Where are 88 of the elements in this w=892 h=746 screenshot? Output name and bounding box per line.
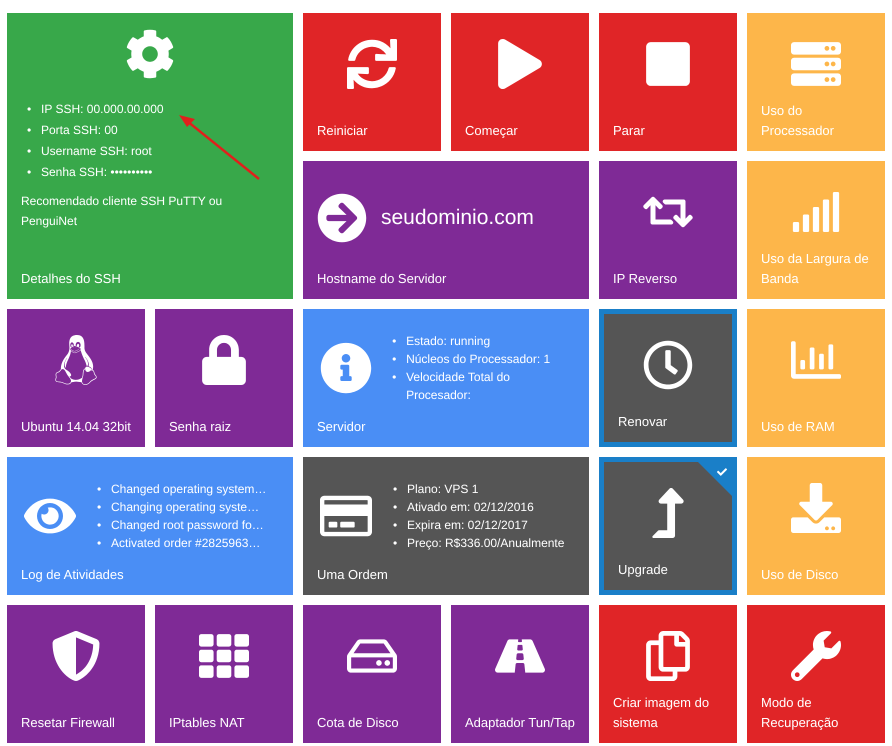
- bullet: •: [26, 164, 32, 181]
- tile-title: Uso de RAM: [761, 418, 836, 436]
- tile-title: Uso da Largura de Banda: [761, 250, 870, 288]
- tile-title: Hostname do Servidor: [317, 270, 448, 288]
- dashboard-tile[interactable]: Ubuntu 14.04 32bit: [7, 309, 145, 447]
- dashboard-tile[interactable]: Renovar: [599, 309, 737, 447]
- shield-icon: [51, 631, 101, 681]
- bullet: •: [391, 351, 398, 368]
- bullet: •: [26, 122, 32, 139]
- dashboard-tile[interactable]: Adaptador Tun/Tap: [451, 605, 589, 743]
- clock-icon: [643, 340, 693, 390]
- tile-title: Adaptador Tun/Tap: [465, 714, 575, 732]
- dashboard-tile[interactable]: Cota de Disco: [303, 605, 441, 743]
- tile-title: Uma Ordem: [317, 566, 389, 584]
- dashboard-tile[interactable]: Modo de Recuperação: [747, 605, 885, 743]
- lock-icon: [199, 335, 249, 385]
- info-item: Ativado em: 02/12/2016: [407, 499, 534, 516]
- dashboard-tile[interactable]: Criar imagem do sistema: [599, 605, 737, 743]
- dashboard-tile[interactable]: • Changed operating system… • Changing operating syste… • Changed root password fo… • Activated order #2825963… Log de Atividades: [7, 457, 293, 595]
- tile-title: Uso do Processador: [761, 102, 835, 140]
- info-item: Changing operating syste…: [111, 499, 260, 516]
- refresh-icon: [347, 39, 397, 89]
- dashboard-tile[interactable]: Upgrade: [599, 457, 737, 595]
- dashboard-tile[interactable]: Resetar Firewall: [7, 605, 145, 743]
- bullet: •: [96, 535, 102, 552]
- note-text: Recomendado cliente SSH PuTTY ou PenguiNet: [21, 193, 224, 230]
- info-item: Velocidade Total do Procesador:: [406, 369, 511, 404]
- tile-title: Cota de Disco: [317, 714, 400, 732]
- play-icon: [495, 39, 545, 89]
- tile-title: Reiniciar: [317, 122, 369, 140]
- bullet: •: [391, 369, 398, 386]
- domain-text: seudominio.com: [381, 205, 534, 232]
- info-item: Plano: VPS 1: [407, 481, 478, 498]
- bullet: •: [26, 143, 32, 160]
- tile-title: Ubuntu 14.04 32bit: [21, 418, 131, 436]
- dashboard-tile[interactable]: IP Reverso: [599, 161, 737, 299]
- tile-title: Servidor: [317, 418, 366, 436]
- tile-title: Criar imagem do sistema: [613, 694, 710, 732]
- tile-title: Renovar: [618, 413, 668, 431]
- info-item: Changed operating system…: [111, 481, 266, 498]
- dashboard-tile[interactable]: Começar: [451, 13, 589, 151]
- copy-icon: [643, 631, 693, 681]
- grid-icon: [199, 631, 249, 681]
- tile-title: Começar: [465, 122, 519, 140]
- info-item: Expira em: 02/12/2017: [407, 517, 528, 534]
- tile-title: IPtables NAT: [169, 714, 246, 732]
- bullet: •: [26, 101, 32, 118]
- tile-title: Uso de Disco: [761, 566, 840, 584]
- tile-title: Senha raiz: [169, 418, 232, 436]
- wrench-icon: [791, 631, 841, 681]
- dashboard-tile[interactable]: Reiniciar: [303, 13, 441, 151]
- tile-title: Upgrade: [618, 561, 669, 579]
- info-item: Changed root password fo…: [111, 517, 264, 534]
- tile-title: Resetar Firewall: [21, 714, 116, 732]
- dashboard-tile[interactable]: Parar: [599, 13, 737, 151]
- info-item: Porta SSH: 00: [41, 122, 118, 139]
- info-item: IP SSH: 00.000.00.000: [41, 101, 164, 118]
- bullet: •: [96, 499, 102, 516]
- stop-icon: [643, 39, 693, 89]
- bullet: •: [391, 333, 398, 350]
- bullet: •: [392, 499, 398, 516]
- info-item: Preço: R$336.00/Anualmente: [407, 535, 564, 552]
- tile-title: Log de Atividades: [21, 566, 125, 584]
- server-icon: [791, 39, 841, 89]
- info-item: Núcleos do Processador: 1: [406, 351, 550, 368]
- bullet: •: [392, 481, 398, 498]
- download-icon: [791, 483, 841, 533]
- bullet: •: [96, 481, 102, 498]
- dashboard-tile[interactable]: • IP SSH: 00.000.00.000 • Porta SSH: 00 • Username SSH: root • Senha SSH: •••••••••• Recomendado cliente SSH PuTTY ou PenguiNet Detalhes do SSH: [7, 13, 293, 299]
- dashboard-tile[interactable]: • Estado: running • Núcleos do Processador: 1 • Velocidade Total do Procesador: Servidor: [303, 309, 589, 447]
- dashboard-tile[interactable]: IPtables NAT: [155, 605, 293, 743]
- bullet: •: [392, 517, 398, 534]
- tile-title: IP Reverso: [613, 270, 678, 288]
- bullet: •: [392, 535, 398, 552]
- dashboard-tile[interactable]: • Plano: VPS 1 • Ativado em: 02/12/2016 • Expira em: 02/12/2017 • Preço: R$336.00/Anualmente Uma Ordem: [303, 457, 589, 595]
- info-item: Username SSH: root: [41, 143, 152, 160]
- bullet: •: [96, 517, 102, 534]
- info-icon: [320, 342, 372, 394]
- info-item: Activated order #2825963…: [111, 535, 260, 552]
- info-item: Estado: running: [406, 333, 490, 350]
- tile-title: Modo de Recuperação: [761, 694, 840, 732]
- check-icon: [717, 467, 727, 477]
- dashboard-tile[interactable]: Senha raiz: [155, 309, 293, 447]
- info-item: Senha SSH: ••••••••••: [41, 164, 152, 181]
- gear-icon: [125, 29, 175, 79]
- dashboard-tile[interactable]: seudominio.com Hostname do Servidor: [303, 161, 589, 299]
- tile-title: Detalhes do SSH: [21, 270, 122, 288]
- tile-title: Parar: [613, 122, 646, 140]
